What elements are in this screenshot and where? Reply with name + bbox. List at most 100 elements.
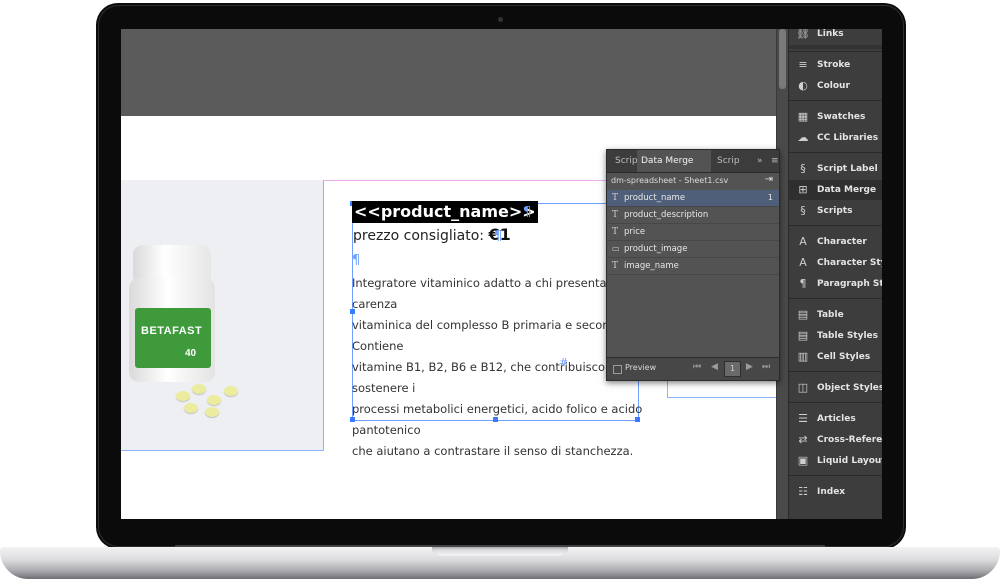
dock-item-cell-styles[interactable]: ▥ Cell Styles (789, 347, 882, 367)
pilcrow-mark: ¶ (494, 229, 503, 244)
field-label: product_image (624, 244, 688, 254)
scrollbar-thumb[interactable] (779, 29, 786, 89)
dock-separator (789, 51, 882, 52)
script-label-icon: § (800, 162, 806, 175)
tab-data-merge[interactable]: Data Merge (637, 150, 711, 172)
dock-item-object-styles[interactable]: ◫ Object Styles (789, 378, 882, 398)
panel-dock: ⛓ Links ≡ Stroke ◐ Colour ▦ Swatches ☁ CC Lib… (788, 29, 882, 519)
dock-item-index[interactable]: ☷ Index (789, 482, 882, 502)
dock-separator (789, 475, 882, 476)
dock-item-character-styles[interactable]: A Character Styles (789, 253, 882, 273)
dock-separator (789, 152, 882, 153)
field-row-product-image[interactable]: ▭ product_image (607, 241, 779, 258)
dock-item-stroke[interactable]: ≡ Stroke (789, 55, 882, 75)
update-data-source-icon[interactable]: ⇥ (765, 174, 773, 185)
character-styles-icon: A (799, 256, 807, 269)
colour-icon: ◐ (798, 79, 808, 92)
bottle-label (135, 308, 211, 368)
data-merge-icon: ⊞ (798, 183, 808, 196)
record-number-field[interactable]: 1 (724, 361, 741, 377)
dock-label: Links (817, 29, 844, 39)
field-label: product_name (624, 193, 686, 203)
laptop-notch (432, 547, 568, 556)
field-label: image_name (624, 261, 679, 271)
paragraph-styles-icon: ¶ (799, 277, 807, 290)
data-merge-panel[interactable]: Scrip Data Merge Scrip » ≡ dm-spreadshee… (606, 149, 780, 381)
field-list: Tproduct_name 1 Tproduct_description Tpri… (607, 190, 779, 275)
dock-label: Table Styles (817, 331, 879, 341)
dock-separator (789, 100, 882, 101)
cell-styles-icon: ▥ (797, 350, 809, 363)
dock-item-articles[interactable]: ☰ Articles (789, 409, 882, 429)
panel-footer: Preview ⏮ ◀ 1 ▶ ⏭ (607, 357, 779, 380)
dock-item-table-styles[interactable]: ▤ Table Styles (789, 326, 882, 346)
dock-item-scripts[interactable]: § Scripts (789, 201, 882, 221)
dock-label: Data Merge (817, 185, 877, 195)
previous-record-icon[interactable]: ◀ (711, 362, 718, 372)
dock-label: Script Label (817, 164, 878, 174)
price-line[interactable]: prezzo consigliato: €1 (353, 225, 511, 244)
field-label: product_description (624, 210, 709, 220)
tablet (207, 395, 221, 405)
last-record-icon[interactable]: ⏭ (762, 362, 770, 372)
articles-icon: ☰ (798, 412, 808, 425)
index-icon: ☷ (798, 485, 808, 498)
dock-item-swatches[interactable]: ▦ Swatches (789, 107, 882, 127)
dock-item-character[interactable]: A Character (789, 232, 882, 252)
product-image-frame[interactable]: BETAFAST 40 (121, 180, 324, 451)
next-record-icon[interactable]: ▶ (746, 362, 753, 372)
indesign-screen: BETAFAST 40 <<product_name>> ¶ prezzo co… (121, 29, 882, 519)
tablet (176, 391, 190, 401)
dock-label: Index (817, 487, 846, 497)
text-field-icon: T (612, 227, 619, 237)
data-source-name: dm-spreadsheet - Sheet1.csv (611, 176, 729, 185)
webcam (498, 17, 503, 22)
field-row-product-description[interactable]: Tproduct_description (607, 207, 779, 224)
dock-separator (789, 225, 882, 226)
preview-checkbox[interactable] (613, 365, 622, 374)
text-field-icon: T (612, 210, 619, 220)
price-label: prezzo consigliato: (353, 228, 489, 244)
dock-item-data-merge[interactable]: ⊞ Data Merge (789, 180, 882, 200)
dock-item-links[interactable]: ⛓ Links (789, 29, 882, 44)
collapse-icon[interactable]: » (753, 150, 767, 172)
dock-label: Cell Styles (817, 352, 871, 362)
dock-item-cc-libraries[interactable]: ☁ CC Libraries (789, 128, 882, 148)
product-name-placeholder[interactable]: <<product_name>> (352, 201, 538, 223)
dock-item-script-label[interactable]: § Script Label (789, 159, 882, 179)
text-field-icon: T (612, 261, 619, 271)
dock-separator (789, 402, 882, 403)
swatches-icon: ▦ (797, 110, 809, 123)
field-row-price[interactable]: Tprice (607, 224, 779, 241)
text-field-icon: T (612, 193, 619, 203)
dock-item-cross-references[interactable]: ⇄ Cross-References (789, 430, 882, 450)
preview-label: Preview (625, 363, 657, 372)
dock-separator (789, 371, 882, 372)
dock-item-table[interactable]: ▤ Table (789, 305, 882, 325)
field-label: price (624, 227, 646, 237)
dock-label: Object Styles (817, 383, 882, 393)
dock-label: Table (817, 310, 844, 320)
field-count: 1 (767, 193, 773, 202)
dock-label: CC Libraries (817, 133, 879, 143)
dock-item-colour[interactable]: ◐ Colour (789, 76, 882, 96)
dock-group-grip[interactable] (789, 45, 882, 49)
dock-label: Cross-References (817, 435, 882, 445)
panel-menu-icon[interactable]: ≡ (767, 150, 783, 172)
dock-label: Scripts (817, 206, 853, 216)
dock-item-paragraph-styles[interactable]: ¶ Paragraph Styles (789, 274, 883, 294)
stroke-icon: ≡ (798, 58, 808, 71)
dock-separator (789, 298, 882, 299)
first-record-icon[interactable]: ⏮ (693, 362, 701, 372)
dock-label: Liquid Layout (817, 456, 882, 466)
pilcrow-mark: ¶ (352, 253, 361, 268)
field-row-image-name[interactable]: Timage_name (607, 258, 779, 275)
dock-label: Swatches (817, 112, 866, 122)
object-styles-icon: ◫ (797, 381, 809, 394)
tablet (184, 403, 198, 413)
liquid-layout-icon: ▣ (797, 454, 809, 467)
field-row-product-name[interactable]: Tproduct_name 1 (607, 190, 779, 207)
bottle-count-text: 40 (185, 348, 197, 359)
tab-scripts-2[interactable]: Scrip (713, 150, 744, 172)
dock-item-liquid-layout[interactable]: ▣ Liquid Layout (789, 451, 882, 471)
